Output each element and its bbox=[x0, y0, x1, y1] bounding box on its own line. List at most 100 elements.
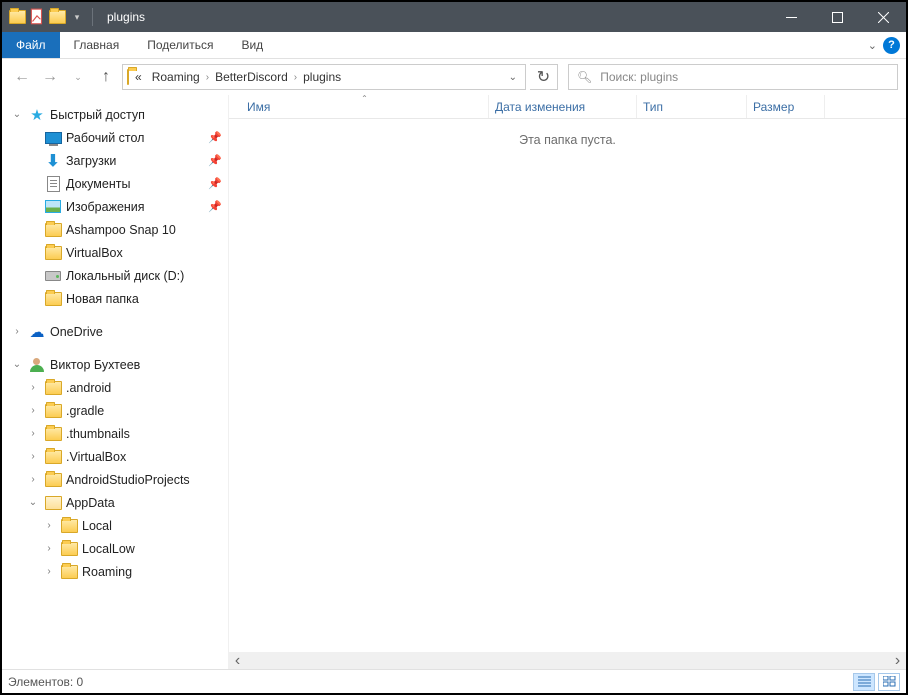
expand-icon[interactable]: › bbox=[42, 543, 56, 554]
column-size[interactable]: Размер bbox=[747, 95, 825, 118]
star-icon: ★ bbox=[28, 106, 46, 124]
column-type[interactable]: Тип bbox=[637, 95, 747, 118]
scroll-left-icon[interactable]: ‹ bbox=[229, 652, 246, 669]
tree-item[interactable]: › LocalLow bbox=[6, 537, 228, 560]
expand-icon[interactable]: › bbox=[26, 405, 40, 416]
expand-icon[interactable]: › bbox=[42, 566, 56, 577]
folder-icon bbox=[44, 379, 62, 397]
collapse-icon[interactable]: ⌄ bbox=[10, 109, 24, 120]
chevron-right-icon[interactable]: › bbox=[206, 72, 209, 83]
thumbnails-view-button[interactable] bbox=[878, 673, 900, 691]
tree-item[interactable]: ⬇Загрузки📌 bbox=[6, 149, 228, 172]
folder-icon bbox=[44, 448, 62, 466]
window-title: plugins bbox=[107, 10, 145, 24]
breadcrumb-prefix: « bbox=[131, 70, 146, 84]
pin-icon: 📌 bbox=[208, 200, 222, 213]
scroll-right-icon[interactable]: › bbox=[889, 652, 906, 669]
tree-label: Local bbox=[82, 519, 112, 533]
tree-item[interactable]: ⌄ AppData bbox=[6, 491, 228, 514]
properties-icon[interactable] bbox=[28, 8, 46, 26]
tree-label: AppData bbox=[66, 496, 115, 510]
collapse-icon[interactable]: ⌄ bbox=[10, 359, 24, 370]
documents-icon bbox=[44, 175, 62, 193]
desktop-icon bbox=[44, 129, 62, 147]
tree-label: OneDrive bbox=[50, 325, 103, 339]
folder-icon bbox=[44, 290, 62, 308]
address-bar[interactable]: « Roaming › BetterDiscord › plugins ⌄ bbox=[122, 64, 526, 90]
column-headers: ⌃ Имя Дата изменения Тип Размер bbox=[229, 95, 906, 119]
tree-item[interactable]: Документы📌 bbox=[6, 172, 228, 195]
tree-label: Roaming bbox=[82, 565, 132, 579]
tree-item[interactable]: › Roaming bbox=[6, 560, 228, 583]
disk-icon bbox=[44, 267, 62, 285]
tree-label: Виктор Бухтеев bbox=[50, 358, 140, 372]
tree-item[interactable]: Рабочий стол 📌 bbox=[6, 126, 228, 149]
tree-quick-access[interactable]: ⌄ ★ Быстрый доступ bbox=[6, 103, 228, 126]
expand-icon[interactable]: › bbox=[42, 520, 56, 531]
tree-label: Загрузки bbox=[66, 154, 116, 168]
nav-up-button[interactable]: ↑ bbox=[94, 63, 118, 91]
tree-user[interactable]: ⌄ Виктор Бухтеев bbox=[6, 353, 228, 376]
tree-item[interactable]: ›.android bbox=[6, 376, 228, 399]
tab-home[interactable]: Главная bbox=[60, 32, 134, 58]
explorer-window: ▾ plugins Файл Главная Поделиться Вид ⌄ … bbox=[0, 0, 908, 695]
breadcrumb-item[interactable]: BetterDiscord bbox=[211, 70, 292, 84]
tree-onedrive[interactable]: › ☁ OneDrive bbox=[6, 320, 228, 343]
expand-icon[interactable]: › bbox=[26, 382, 40, 393]
tree-item[interactable]: Новая папка bbox=[6, 287, 228, 310]
tree-item[interactable]: ›AndroidStudioProjects bbox=[6, 468, 228, 491]
separator bbox=[92, 8, 93, 26]
tree-item[interactable]: ›.thumbnails bbox=[6, 422, 228, 445]
breadcrumb-item[interactable]: plugins bbox=[299, 70, 345, 84]
folder-icon bbox=[60, 563, 78, 581]
column-date[interactable]: Дата изменения bbox=[489, 95, 637, 118]
column-name[interactable]: ⌃ Имя bbox=[241, 95, 489, 118]
nav-recent-dropdown[interactable]: ⌄ bbox=[66, 63, 90, 91]
tab-share[interactable]: Поделиться bbox=[133, 32, 227, 58]
scroll-track[interactable] bbox=[246, 652, 889, 669]
help-button[interactable]: ? bbox=[883, 37, 900, 54]
user-icon bbox=[28, 356, 46, 374]
tree-label: Рабочий стол bbox=[66, 131, 144, 145]
address-dropdown-icon[interactable]: ⌄ bbox=[509, 72, 517, 83]
tree-item[interactable]: Изображения📌 bbox=[6, 195, 228, 218]
tree-label: LocalLow bbox=[82, 542, 135, 556]
horizontal-scrollbar[interactable]: ‹ › bbox=[229, 652, 906, 669]
breadcrumb-item[interactable]: Roaming bbox=[148, 70, 204, 84]
tree-label: Быстрый доступ bbox=[50, 108, 145, 122]
expand-icon[interactable]: › bbox=[26, 474, 40, 485]
tree-item[interactable]: ›.VirtualBox bbox=[6, 445, 228, 468]
column-label: Имя bbox=[247, 100, 270, 114]
qat-dropdown-icon[interactable]: ▾ bbox=[68, 8, 86, 26]
collapse-icon[interactable]: ⌄ bbox=[26, 497, 40, 508]
tree-item[interactable]: Ashampoo Snap 10 bbox=[6, 218, 228, 241]
ribbon-expand-icon[interactable]: ⌄ bbox=[868, 39, 877, 52]
navigation-tree[interactable]: ⌄ ★ Быстрый доступ Рабочий стол 📌 ⬇Загрузк… bbox=[2, 95, 229, 669]
tree-item[interactable]: › .gradle bbox=[6, 399, 228, 422]
folder-icon bbox=[127, 70, 129, 84]
expand-icon[interactable]: › bbox=[26, 428, 40, 439]
tree-item[interactable]: VirtualBox bbox=[6, 241, 228, 264]
folder-icon bbox=[44, 494, 62, 512]
item-count: Элементов: 0 bbox=[8, 675, 83, 689]
expand-icon[interactable]: › bbox=[26, 451, 40, 462]
tree-item[interactable]: › Local bbox=[6, 514, 228, 537]
search-icon: 🔍︎ bbox=[577, 70, 592, 84]
nav-back-button[interactable]: ← bbox=[10, 63, 34, 91]
details-view-button[interactable] bbox=[853, 673, 875, 691]
expand-icon[interactable]: › bbox=[10, 326, 24, 337]
tab-file[interactable]: Файл bbox=[2, 32, 60, 58]
tab-view[interactable]: Вид bbox=[227, 32, 277, 58]
search-box[interactable]: 🔍︎ Поиск: plugins bbox=[568, 64, 898, 90]
new-folder-icon[interactable] bbox=[48, 8, 66, 26]
maximize-button[interactable] bbox=[814, 2, 860, 32]
chevron-right-icon[interactable]: › bbox=[294, 72, 297, 83]
nav-forward-button[interactable]: → bbox=[38, 63, 62, 91]
tree-item[interactable]: Локальный диск (D:) bbox=[6, 264, 228, 287]
minimize-button[interactable] bbox=[768, 2, 814, 32]
empty-folder-message: Эта папка пуста. bbox=[229, 119, 906, 652]
pin-icon: 📌 bbox=[208, 131, 222, 144]
close-button[interactable] bbox=[860, 2, 906, 32]
refresh-button[interactable]: ↻ bbox=[530, 64, 558, 90]
tree-label: .gradle bbox=[66, 404, 104, 418]
